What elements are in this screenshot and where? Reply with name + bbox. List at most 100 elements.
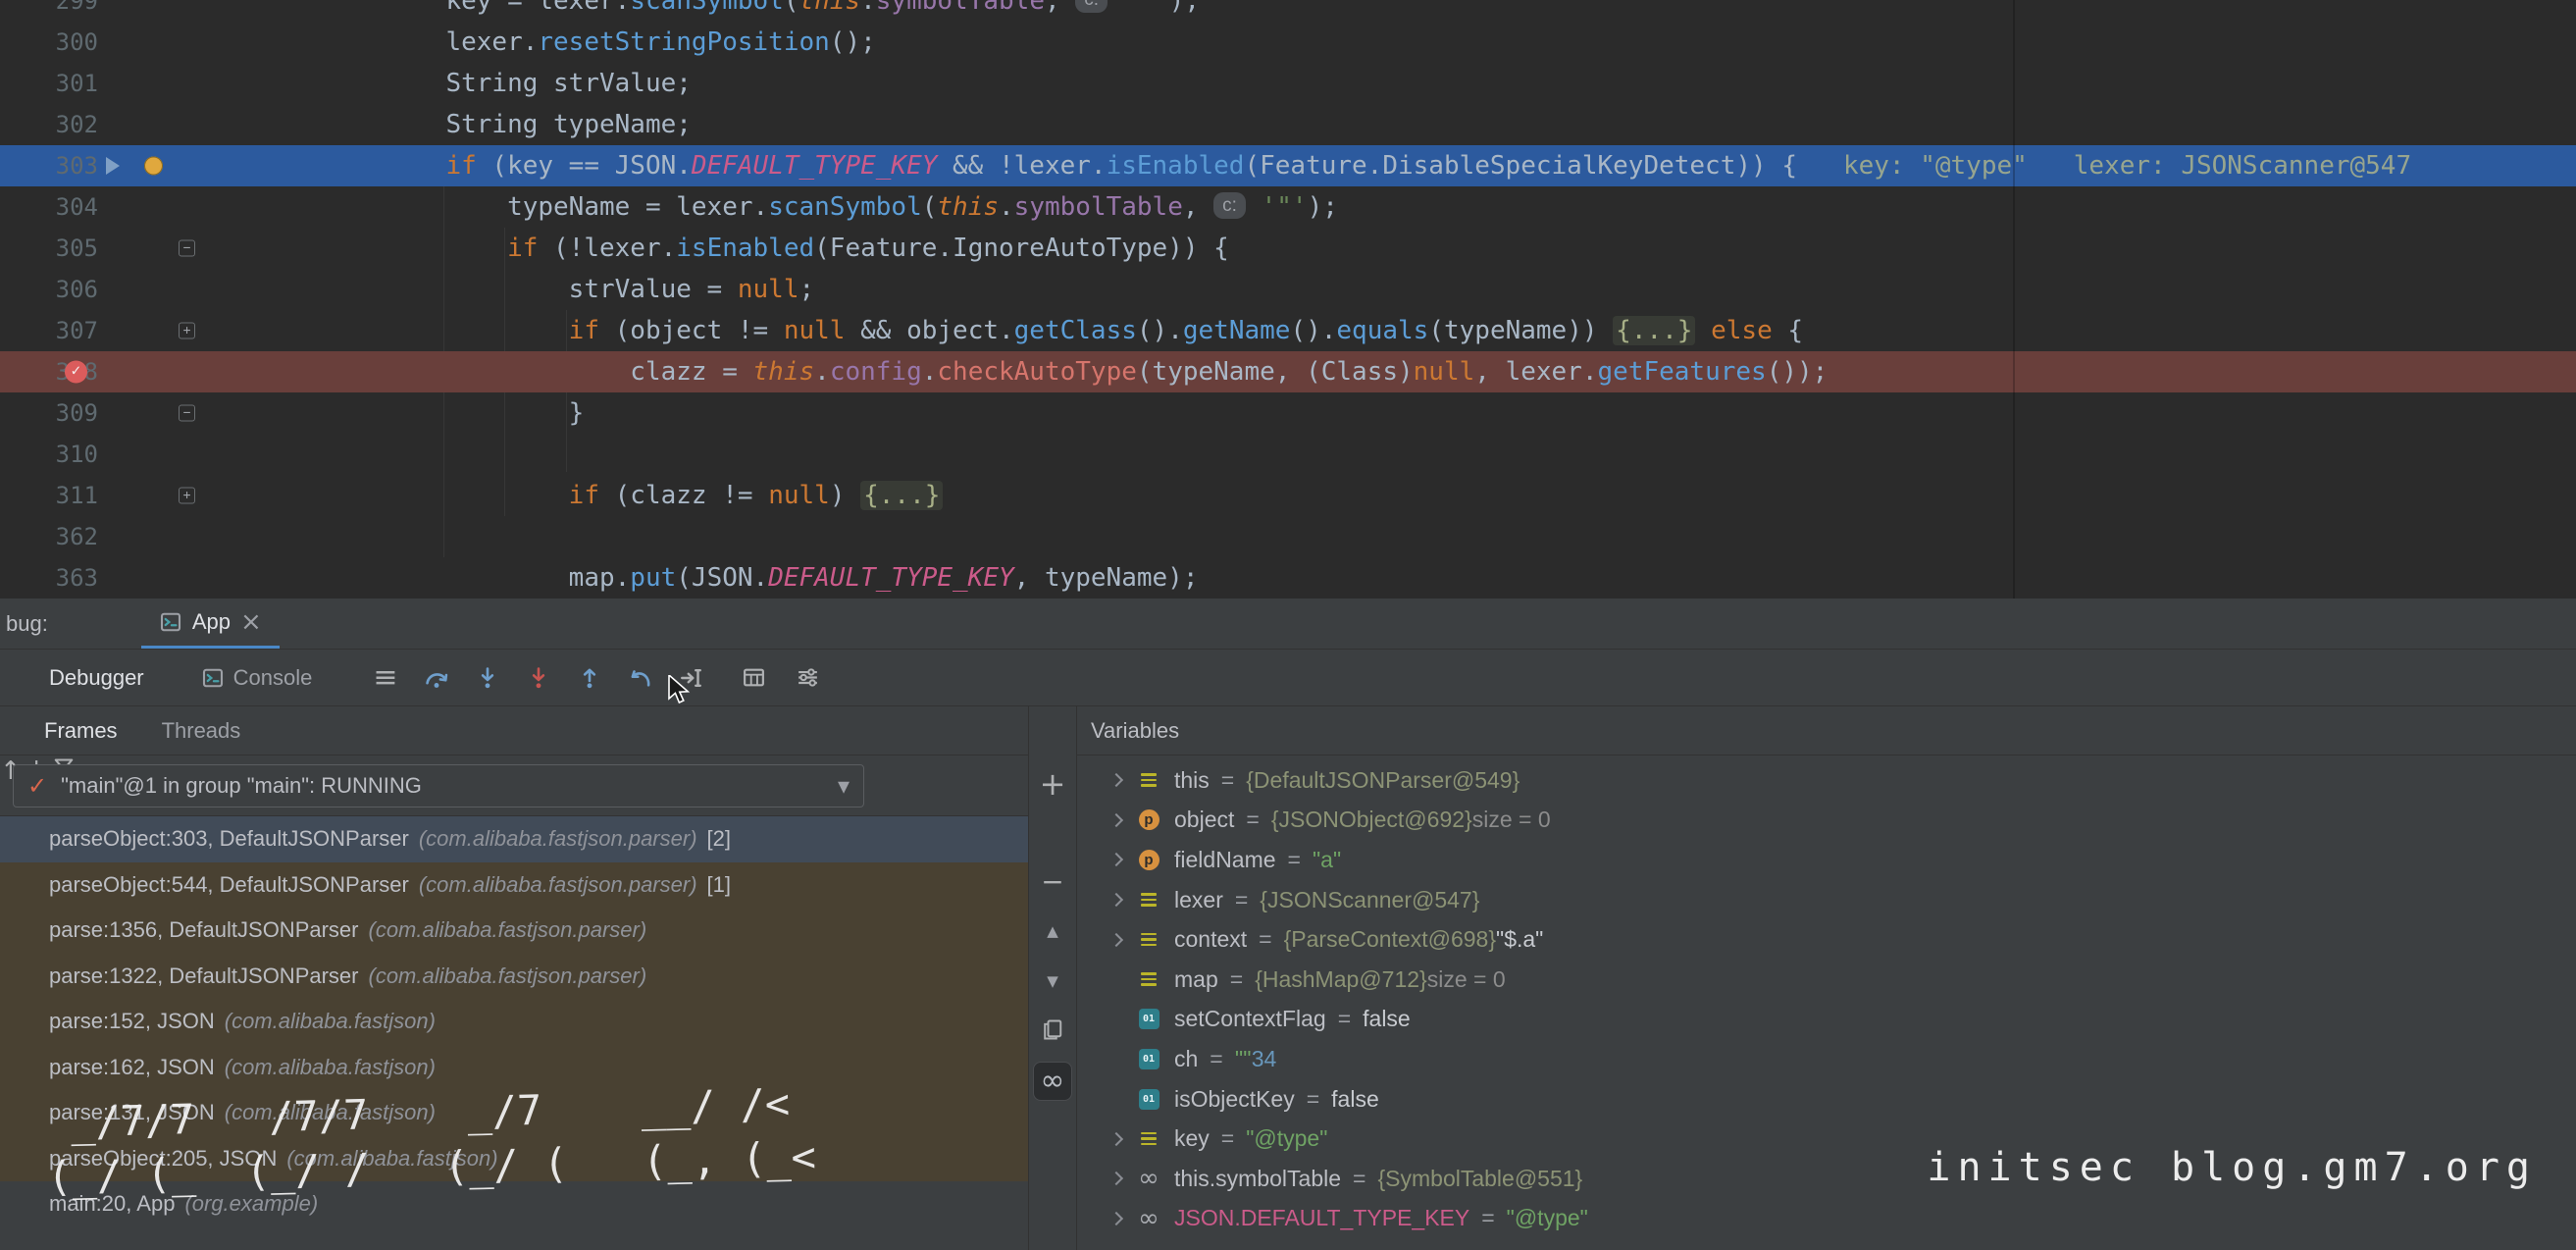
folded-code[interactable]: {...} [1613, 316, 1695, 345]
plus-icon-button[interactable]: + [1040, 768, 1066, 800]
expand-chevron-icon[interactable] [1104, 1134, 1129, 1144]
code-line[interactable]: 307+ if (object != null && object.getCla… [0, 310, 2576, 351]
drop-frame-icon[interactable] [628, 665, 653, 691]
variable-row[interactable]: 01ch='"' 34 [1077, 1039, 2576, 1079]
editor-gutter[interactable]: 363 [0, 557, 200, 599]
copy-stack-icon-button[interactable] [1041, 1018, 1064, 1047]
frame-row[interactable]: parse:162, JSON(com.alibaba.fastjson) [0, 1045, 1028, 1091]
code-line[interactable]: 304 typeName = lexer.scanSymbol(this.sym… [0, 186, 2576, 228]
editor-gutter[interactable]: 301 [0, 63, 200, 104]
variable-row[interactable]: map={HashMap@712} size = 0 [1077, 960, 2576, 1000]
frame-row[interactable]: parseObject:303, DefaultJSONParser(com.a… [0, 816, 1028, 862]
folded-code[interactable]: {...} [860, 481, 943, 510]
fold-collapse-icon[interactable]: − [179, 405, 195, 422]
equals-sign: = [1353, 1166, 1365, 1192]
fold-expand-icon[interactable]: + [179, 488, 195, 504]
editor-gutter[interactable]: 306 [0, 269, 200, 310]
tab-threads[interactable]: Threads [162, 718, 241, 744]
variable-row[interactable]: this={DefaultJSONParser@549} [1077, 760, 2576, 801]
variable-row[interactable]: ∞this.symbolTable={SymbolTable@551} [1077, 1159, 2576, 1199]
variable-row[interactable]: ∞JSON.DEFAULT_TYPE_KEY="@type" [1077, 1199, 2576, 1239]
editor-gutter[interactable]: 311+ [0, 475, 200, 516]
expand-chevron-icon[interactable] [1104, 1173, 1129, 1183]
expand-chevron-icon[interactable] [1104, 895, 1129, 905]
code-line[interactable]: 309− } [0, 392, 2576, 434]
expand-chevron-icon[interactable] [1104, 815, 1129, 825]
variable-row[interactable]: 01setContextFlag=false [1077, 1000, 2576, 1040]
menu-icon[interactable]: ≡ [373, 663, 397, 693]
fold-expand-icon[interactable]: + [179, 323, 195, 339]
code-text: if (clazz != null) {...} [200, 475, 943, 516]
code-line[interactable]: 302 String typeName; [0, 104, 2576, 145]
code-line[interactable]: 300 lexer.resetStringPosition(); [0, 22, 2576, 63]
editor-gutter[interactable]: 299 [0, 0, 200, 22]
editor-gutter[interactable]: 310 [0, 434, 200, 475]
code-line[interactable]: 303 if (key == JSON.DEFAULT_TYPE_KEY && … [0, 145, 2576, 186]
editor-gutter[interactable]: 305− [0, 228, 200, 269]
frame-row[interactable]: parse:1322, DefaultJSONParser(com.alibab… [0, 954, 1028, 1000]
line-number: 363 [56, 557, 98, 599]
variable-value: {HashMap@712} [1255, 966, 1427, 993]
variable-row[interactable]: pobject={JSONObject@692} size = 0 [1077, 801, 2576, 841]
equals-sign: = [1259, 926, 1271, 953]
expand-chevron-icon[interactable] [1104, 1214, 1129, 1224]
code-line[interactable]: 305− if (!lexer.isEnabled(Feature.Ignore… [0, 228, 2576, 269]
run-to-cursor-icon[interactable] [679, 665, 704, 691]
frame-row[interactable]: parseObject:544, DefaultJSONParser(com.a… [0, 862, 1028, 909]
code-editor[interactable]: 299 key = lexer.scanSymbol(this.symbolTa… [0, 0, 2576, 599]
code-line[interactable]: 301 String strValue; [0, 63, 2576, 104]
frame-row[interactable]: parse:152, JSON(com.alibaba.fastjson) [0, 999, 1028, 1045]
tab-console[interactable]: Console [201, 665, 313, 691]
layout-settings-icon[interactable] [796, 665, 820, 690]
field-icon [1137, 967, 1160, 991]
expand-chevron-icon[interactable] [1104, 775, 1129, 785]
code-line[interactable]: 363 map.put(JSON.DEFAULT_TYPE_KEY, typeN… [0, 557, 2576, 599]
variable-row[interactable]: pfieldName="a" [1077, 840, 2576, 880]
editor-gutter[interactable]: 362 [0, 516, 200, 557]
step-over-icon[interactable] [424, 665, 449, 691]
variable-row[interactable]: lexer={JSONScanner@547} [1077, 880, 2576, 920]
editor-gutter[interactable]: 309− [0, 392, 200, 434]
minus-icon-button[interactable]: − [1041, 868, 1063, 896]
frame-row[interactable]: parse:1356, DefaultJSONParser(com.alibab… [0, 908, 1028, 954]
fold-collapse-icon[interactable]: − [179, 240, 195, 257]
variable-name: object [1174, 807, 1234, 833]
editor-gutter[interactable]: 304 [0, 186, 200, 228]
code-line[interactable]: 362 [0, 516, 2576, 557]
breakpoint-icon[interactable]: ✓ [65, 361, 87, 384]
code-line[interactable]: 308✓ clazz = this.config.checkAutoType(t… [0, 351, 2576, 392]
step-out-icon[interactable] [577, 665, 602, 691]
editor-gutter[interactable]: 303 [0, 145, 200, 186]
tab-app[interactable]: App × [141, 599, 280, 649]
frame-row[interactable]: parse:131, JSON(com.alibaba.fastjson) [0, 1090, 1028, 1136]
variable-row[interactable]: context={ParseContext@698} "$.a" [1077, 919, 2576, 960]
code-line[interactable]: 311+ if (clazz != null) {...} [0, 475, 2576, 516]
thread-status-icon: ✓ [27, 774, 47, 798]
primitive-icon: 01 [1137, 1008, 1160, 1031]
code-line[interactable]: 306 strValue = null; [0, 269, 2576, 310]
scroll-up-icon-button[interactable]: ▲ [1047, 923, 1058, 941]
variable-row[interactable]: key="@type" [1077, 1119, 2576, 1159]
step-into-icon[interactable] [475, 665, 500, 691]
scroll-down-icon-button[interactable]: ▼ [1047, 973, 1058, 991]
variable-row[interactable]: 01isObjectKey=false [1077, 1079, 2576, 1120]
code-line[interactable]: 299 key = lexer.scanSymbol(this.symbolTa… [0, 0, 2576, 22]
tab-debugger[interactable]: Debugger [49, 665, 144, 691]
frame-row[interactable]: parseObject:205, JSON(com.alibaba.fastjs… [0, 1136, 1028, 1182]
watches-icon-button[interactable]: ∞ [1033, 1062, 1072, 1101]
close-icon[interactable]: × [240, 609, 262, 635]
thread-selector[interactable]: ✓ "main"@1 in group "main": RUNNING ▾ [13, 764, 864, 807]
layout-grid-icon[interactable] [742, 665, 766, 690]
force-step-into-icon[interactable] [526, 665, 551, 691]
expand-chevron-icon[interactable] [1104, 855, 1129, 864]
code-line[interactable]: 310 [0, 434, 2576, 475]
editor-gutter[interactable]: 302 [0, 104, 200, 145]
frame-row[interactable]: main:20, App(org.example) [0, 1181, 1028, 1227]
editor-gutter[interactable]: 300 [0, 22, 200, 63]
expand-chevron-icon[interactable] [1104, 935, 1129, 945]
tab-frames[interactable]: Frames [44, 718, 118, 744]
editor-gutter[interactable]: 308✓ [0, 351, 200, 392]
line-number: 302 [56, 104, 98, 145]
equals-sign: = [1210, 1046, 1222, 1072]
editor-gutter[interactable]: 307+ [0, 310, 200, 351]
